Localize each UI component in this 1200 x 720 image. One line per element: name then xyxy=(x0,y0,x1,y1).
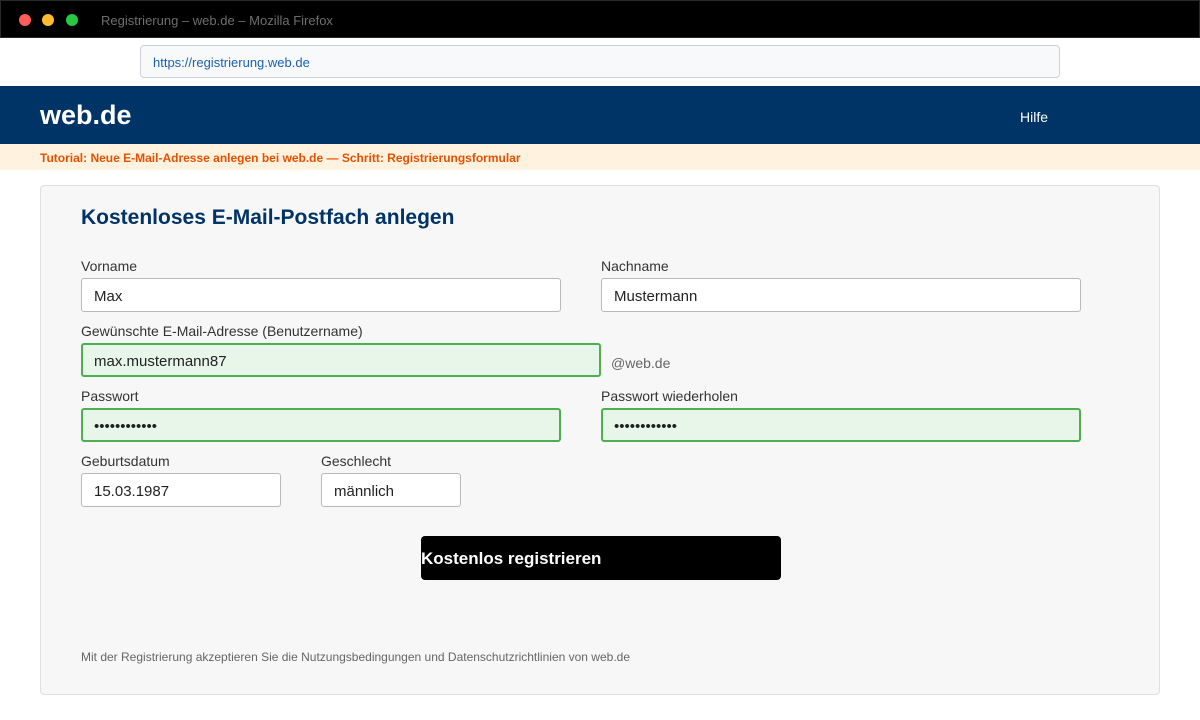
register-button[interactable]: Kostenlos registrieren xyxy=(421,536,781,580)
gender-select[interactable]: männlich xyxy=(321,473,461,507)
window-title: Registrierung – web.de – Mozilla Firefox xyxy=(101,13,333,28)
close-window-icon[interactable] xyxy=(19,14,31,26)
birthdate-input[interactable]: 15.03.1987 xyxy=(81,473,281,507)
birthdate-label: Geburtsdatum xyxy=(81,453,170,469)
registration-form: Kostenloses E-Mail-Postfach anlegen Vorn… xyxy=(40,185,1160,695)
browser-titlebar: Registrierung – web.de – Mozilla Firefox xyxy=(0,0,1200,38)
maximize-window-icon[interactable] xyxy=(66,14,78,26)
tutorial-banner: Tutorial: Neue E-Mail-Adresse anlegen be… xyxy=(0,144,1200,170)
help-link[interactable]: Hilfe xyxy=(1020,109,1048,125)
password-label: Passwort xyxy=(81,388,139,404)
last-name-label: Nachname xyxy=(601,258,669,274)
email-label: Gewünschte E-Mail-Adresse (Benutzername) xyxy=(81,323,363,339)
gender-label: Geschlecht xyxy=(321,453,392,469)
password-input[interactable]: •••••••••••• xyxy=(81,408,561,442)
address-bar[interactable]: https://registrierung.web.de xyxy=(140,45,1060,78)
form-title: Kostenloses E-Mail-Postfach anlegen xyxy=(81,206,455,229)
site-header: web.de Hilfe xyxy=(0,86,1200,144)
email-domain-suffix: @web.de xyxy=(611,355,671,371)
minimize-window-icon[interactable] xyxy=(42,14,54,26)
site-logo[interactable]: web.de xyxy=(40,100,132,131)
email-input[interactable]: max.mustermann87 xyxy=(81,343,601,377)
browser-toolbar: https://registrierung.web.de xyxy=(0,38,1200,86)
tutorial-text: Tutorial: Neue E-Mail-Adresse anlegen be… xyxy=(40,151,521,165)
first-name-input[interactable]: Max xyxy=(81,278,561,312)
terms-notice: Mit der Registrierung akzeptieren Sie di… xyxy=(81,650,630,664)
first-name-label: Vorname xyxy=(81,258,138,274)
password-repeat-input[interactable]: •••••••••••• xyxy=(601,408,1081,442)
address-bar-url[interactable]: https://registrierung.web.de xyxy=(153,55,310,70)
password-repeat-label: Passwort wiederholen xyxy=(601,388,738,404)
last-name-input[interactable]: Mustermann xyxy=(601,278,1081,312)
